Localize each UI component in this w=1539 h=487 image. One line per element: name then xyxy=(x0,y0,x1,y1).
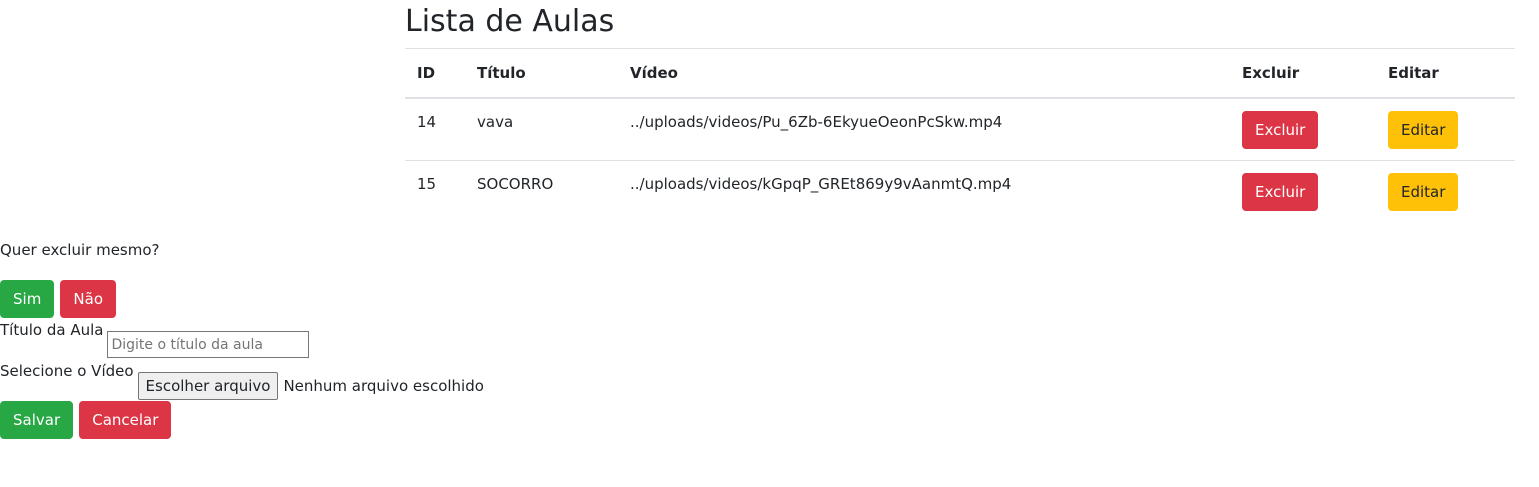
delete-button[interactable]: Excluir xyxy=(1242,111,1319,149)
cell-excluir: Excluir xyxy=(1230,159,1376,222)
edit-button[interactable]: Editar xyxy=(1388,111,1459,149)
choose-file-button[interactable]: Escolher arquivo xyxy=(137,372,279,400)
lesson-title-label: Título da Aula xyxy=(0,321,104,339)
confirm-no-button[interactable]: Não xyxy=(60,280,116,318)
table-header-row: ID Título Vídeo Excluir Editar xyxy=(405,48,1515,99)
cell-excluir: Excluir xyxy=(1230,97,1376,160)
page-title: Lista de Aulas xyxy=(405,4,615,39)
confirm-yes-button[interactable]: Sim xyxy=(0,280,55,318)
cell-titulo: vava xyxy=(465,97,618,160)
cell-editar: Editar xyxy=(1376,97,1515,160)
cell-video: ../uploads/videos/Pu_6Zb-6EkyueOeonPcSkw… xyxy=(618,97,1230,160)
delete-confirm-buttons: Sim Não xyxy=(0,280,117,318)
table-row: 15 SOCORRO ../uploads/videos/kGpqP_GREt8… xyxy=(405,159,1515,222)
column-header-titulo: Título xyxy=(465,48,618,99)
cell-video: ../uploads/videos/kGpqP_GREt869y9vAanmtQ… xyxy=(618,159,1230,222)
column-header-excluir: Excluir xyxy=(1230,48,1376,99)
form-buttons: Salvar Cancelar xyxy=(0,401,172,439)
delete-button[interactable]: Excluir xyxy=(1242,172,1319,211)
cell-titulo: SOCORRO xyxy=(465,159,618,222)
cell-id: 14 xyxy=(405,97,465,160)
file-status-text: Nenhum arquivo escolhido xyxy=(283,377,484,395)
lesson-title-row: Título da Aula xyxy=(0,320,310,358)
cell-id: 15 xyxy=(405,159,465,222)
column-header-video: Vídeo xyxy=(618,48,1230,99)
table-row: 14 vava ../uploads/videos/Pu_6Zb-6EkyueO… xyxy=(405,97,1515,160)
save-button[interactable]: Salvar xyxy=(0,401,74,439)
edit-button[interactable]: Editar xyxy=(1388,172,1459,211)
cell-editar: Editar xyxy=(1376,159,1515,222)
lessons-table: ID Título Vídeo Excluir Editar 14 vava .… xyxy=(405,48,1515,222)
lesson-title-input[interactable] xyxy=(107,331,310,358)
column-header-id: ID xyxy=(405,48,465,99)
video-select-row: Selecione o Vídeo Escolher arquivo Nenhu… xyxy=(0,361,484,400)
cancel-button[interactable]: Cancelar xyxy=(79,401,172,439)
column-header-editar: Editar xyxy=(1376,48,1515,99)
delete-confirm-question: Quer excluir mesmo? xyxy=(0,241,160,259)
video-select-label: Selecione o Vídeo xyxy=(0,362,134,380)
